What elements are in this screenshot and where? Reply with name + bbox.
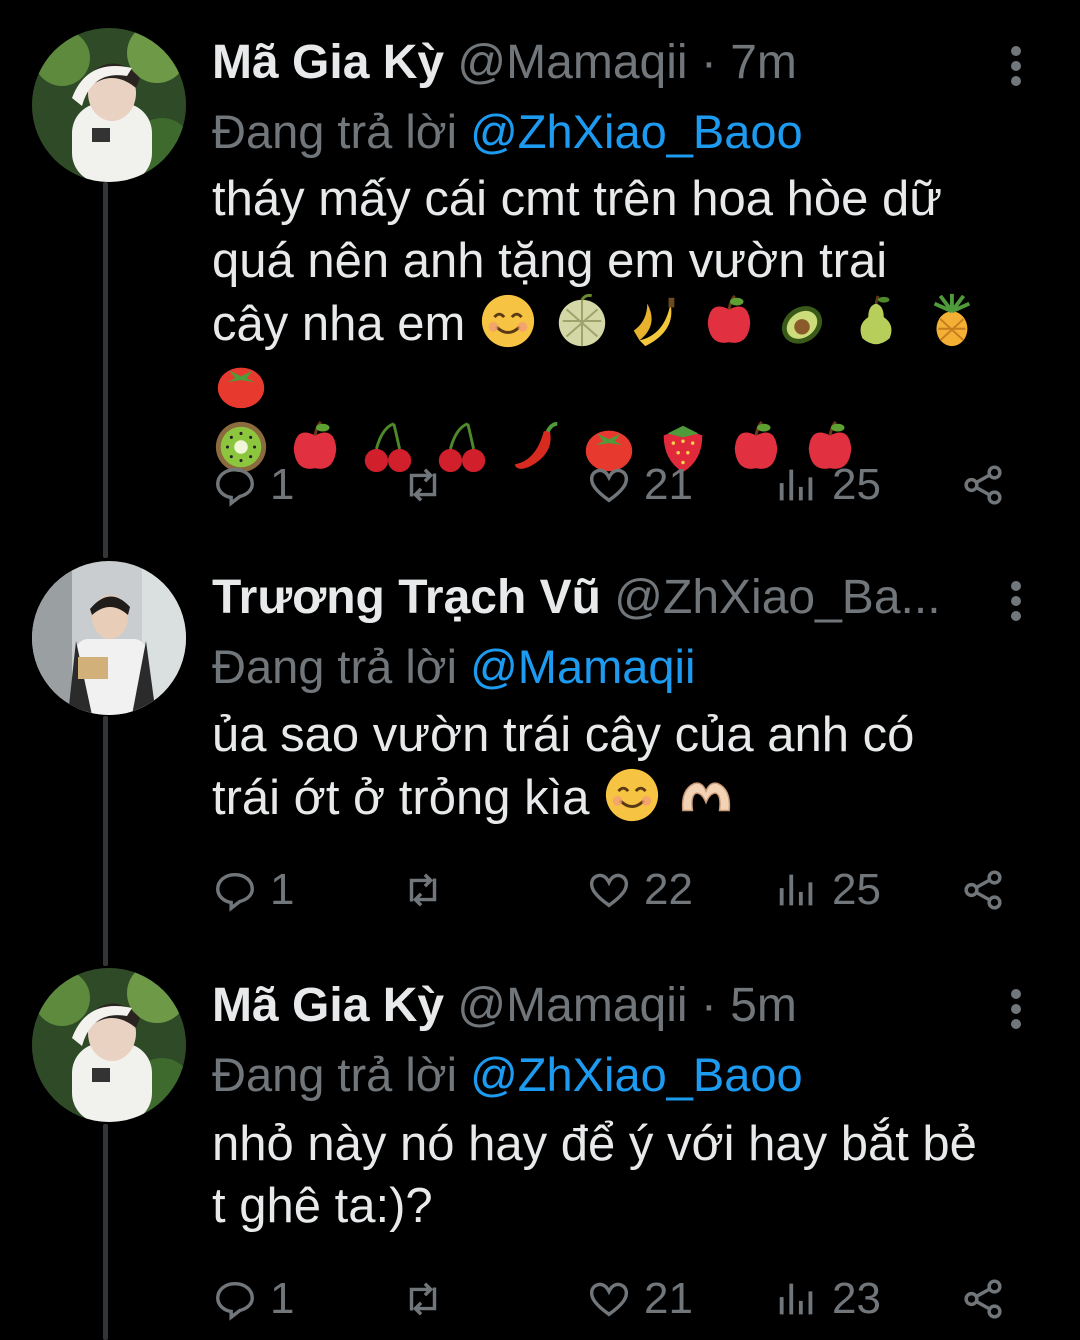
tomato-icon [217,367,265,409]
text-line: t ghê ta:)? [212,1179,433,1233]
views-count: 23 [832,1274,881,1323]
timestamp[interactable]: 7m [730,36,797,89]
text-line-2: trái ớt ở trỏng kìa [212,771,590,825]
share-icon [964,1279,1002,1319]
like-count: 21 [644,1274,693,1323]
views-icon [779,1283,813,1315]
text-line-3: cây nha em [212,297,466,351]
like-count: 21 [644,460,693,509]
avocado-icon [782,306,823,344]
like-count: 22 [644,865,693,914]
views-icon [779,874,813,906]
text-line: cây nha em [212,292,1044,418]
replying-prefix: Đang trả lời [212,1048,458,1101]
tweet-text: nhỏ này nó hay để ý với hay bắt bẻ t ghê… [212,1113,1044,1237]
replying-to: Đang trả lời @ZhXiao_Baoo [212,1043,803,1107]
avatar[interactable] [32,968,186,1122]
tweet-text: ủa sao vườn trái cây của anh có trái ớt … [212,704,1044,829]
tweet-header: Mã Gia Kỳ @Mamaqii · 7m [212,30,1010,96]
retweet-icon [409,1282,437,1316]
author-name[interactable]: Mã Gia Kỳ [212,979,444,1032]
tweet-actions: 1 21 25 [212,455,1020,515]
like-button[interactable]: 22 [586,860,693,920]
separator: · [700,979,717,1032]
views-button[interactable]: 25 [774,860,881,920]
banana-icon [633,297,675,347]
tweet[interactable]: Mã Gia Kỳ @Mamaqii · 7m Đang trả lời @Zh… [0,18,1080,538]
mention-link[interactable]: @ZhXiao_Baoo [470,105,803,158]
views-button[interactable]: 25 [774,455,881,515]
like-button[interactable]: 21 [586,455,693,515]
melon-icon [558,293,605,347]
mention-link[interactable]: @ZhXiao_Baoo [470,1048,803,1101]
tweet-actions: 1 22 25 [212,860,1020,920]
tweet-text: tháy mấy cái cmt trên hoa hòe dữ quá nên… [212,168,1044,481]
reply-button[interactable]: 1 [212,860,294,920]
retweet-button[interactable] [400,860,458,920]
share-button[interactable] [960,860,1018,920]
share-icon [964,465,1002,505]
views-icon [779,469,813,501]
heart-hands-icon [681,782,730,812]
text-line: ủa sao vườn trái cây của anh có [212,708,915,762]
tweet-header: Trương Trạch Vũ @ZhXiao_Ba... [212,565,1010,631]
replying-to: Đang trả lời @Mamaqii [212,635,695,699]
views-button[interactable]: 23 [774,1269,881,1329]
pear-icon [860,295,892,345]
like-button[interactable]: 21 [586,1269,693,1329]
reply-button[interactable]: 1 [212,1269,294,1329]
reply-count: 1 [270,865,295,914]
text-line: quá nên anh tặng em vườn trai [212,234,888,288]
reply-button[interactable]: 1 [212,455,294,515]
reply-count: 1 [270,460,295,509]
separator: · [700,36,717,89]
emoji-row [589,768,736,825]
reply-count: 1 [270,1274,295,1323]
mention-link[interactable]: @Mamaqii [470,640,695,693]
more-icon[interactable] [1002,581,1030,621]
like-icon [589,468,629,503]
retweet-button[interactable] [400,1269,458,1329]
share-button[interactable] [960,1269,1018,1329]
tweet-actions: 1 21 23 [212,1269,1020,1329]
views-count: 25 [832,865,881,914]
retweet-icon [409,873,437,907]
views-count: 25 [832,460,881,509]
avatar[interactable] [32,561,186,715]
author-name[interactable]: Trương Trạch Vũ [212,571,601,624]
smiling-face-icon [481,294,535,348]
timestamp[interactable]: 5m [730,979,797,1032]
tweet[interactable]: Trương Trạch Vũ @ZhXiao_Ba... Đang trả l… [0,553,1080,953]
tweet[interactable]: Mã Gia Kỳ @Mamaqii · 5m Đang trả lời @Zh… [0,961,1080,1340]
reply-icon [216,467,254,507]
like-icon [589,873,629,908]
reply-icon [216,872,254,912]
author-name[interactable]: Mã Gia Kỳ [212,36,444,89]
author-handle[interactable]: @ZhXiao_Ba... [614,571,940,624]
replying-to: Đang trả lời @ZhXiao_Baoo [212,100,803,164]
text-line: nhỏ này nó hay để ý với hay bắt bẻ [212,1117,977,1171]
text-line: tháy mấy cái cmt trên hoa hòe dữ [212,172,943,226]
replying-prefix: Đang trả lời [212,105,458,158]
pineapple-icon [933,293,970,347]
text-line: trái ớt ở trỏng kìa [212,766,1044,829]
more-icon[interactable] [1002,989,1030,1029]
share-button[interactable] [960,455,1018,515]
retweet-icon [409,468,437,502]
retweet-button[interactable] [400,455,458,515]
smiling-face-icon [605,768,659,822]
tweet-header: Mã Gia Kỳ @Mamaqii · 5m [212,973,1010,1039]
like-icon [589,1282,629,1317]
author-handle[interactable]: @Mamaqii [457,36,687,89]
share-icon [964,870,1002,910]
author-handle[interactable]: @Mamaqii [457,979,687,1032]
avatar[interactable] [32,28,186,182]
reply-icon [216,1281,254,1321]
more-icon[interactable] [1002,46,1030,86]
red-apple-icon [707,294,751,343]
replying-prefix: Đang trả lời [212,640,458,693]
